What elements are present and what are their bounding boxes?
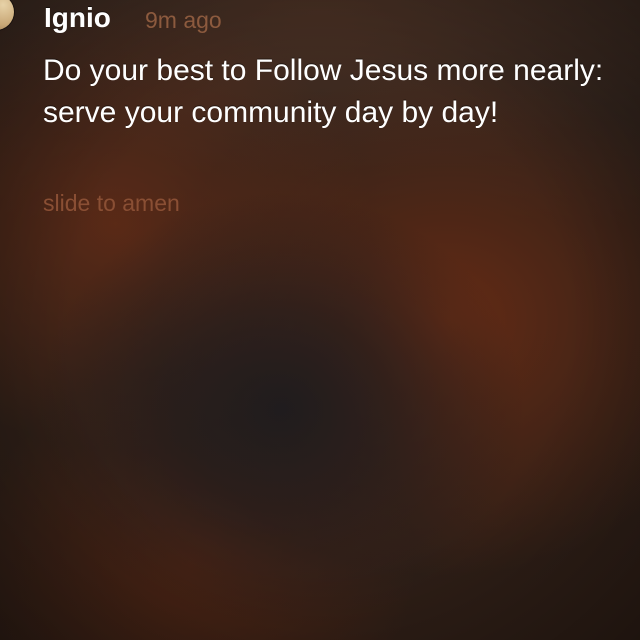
app-icon bbox=[0, 0, 14, 30]
slide-to-amen-hint[interactable]: slide to amen bbox=[43, 188, 180, 218]
notification-sender: Ignio bbox=[44, 2, 111, 33]
notification-time: 9m ago bbox=[145, 7, 222, 33]
notification-message: Do your best to Follow Jesus more nearly… bbox=[43, 54, 604, 129]
